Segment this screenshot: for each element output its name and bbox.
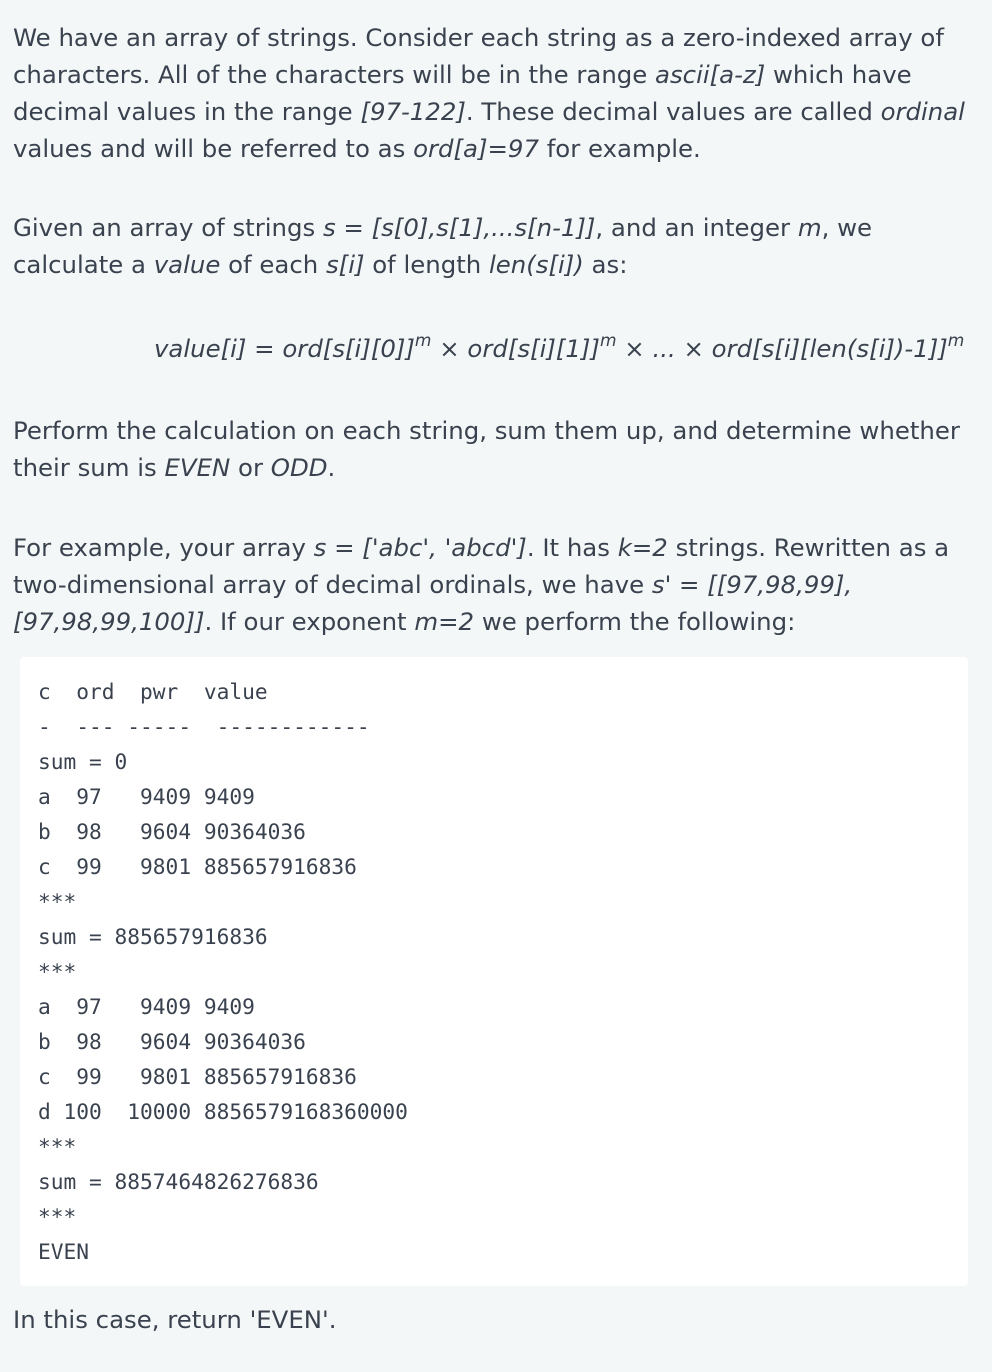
text-segment: . These decimal values are called — [465, 97, 881, 126]
intro-paragraph: We have an array of strings. Consider ea… — [13, 19, 978, 167]
italic-term: value — [153, 250, 221, 279]
formula-term: × ... × ord[s[i][len(s[i])-1]] — [616, 334, 948, 363]
formula-term: × ord[s[i][1]] — [431, 334, 600, 363]
code-text: c ord pwr value - --- ----- ------------… — [38, 679, 408, 1264]
formula-term: value[i] = ord[s[i][0]] — [154, 334, 415, 363]
definition-paragraph: Given an array of strings s = [s[0],s[1]… — [13, 209, 978, 283]
text-segment: we perform the following: — [474, 607, 796, 636]
text-segment: . — [327, 453, 336, 482]
task-paragraph: Perform the calculation on each string, … — [13, 412, 978, 486]
italic-term: len(s[i]) — [489, 250, 584, 279]
italic-term: m=2 — [414, 607, 475, 636]
text-segment: as: — [583, 250, 628, 279]
value-formula: value[i] = ord[s[i][0]]m × ord[s[i][1]]m… — [154, 330, 964, 367]
text-segment: Given an array of strings — [13, 213, 323, 242]
text-segment: of each — [220, 250, 326, 279]
italic-term: [97-122] — [360, 97, 466, 126]
italic-term: m — [797, 213, 822, 242]
text-segment: For example, your array — [13, 533, 314, 562]
text-segment: Perform the calculation on each string, … — [13, 416, 960, 482]
example-paragraph: For example, your array s = ['abc', 'abc… — [13, 529, 978, 640]
text-segment: of length — [364, 250, 489, 279]
italic-term: ascii[a-z] — [655, 60, 766, 89]
italic-term: ODD — [270, 453, 328, 482]
italic-term: s[i] — [325, 250, 365, 279]
text-segment: values and will be referred to as — [13, 134, 414, 163]
conclusion-paragraph: In this case, return 'EVEN'. — [13, 1301, 978, 1338]
text-segment: . If our exponent — [204, 607, 415, 636]
italic-term: EVEN — [164, 453, 231, 482]
italic-term: ord[a]=97 — [413, 134, 539, 163]
text-segment: or — [230, 453, 271, 482]
text-segment: . It has — [526, 533, 618, 562]
italic-term: ordinal — [880, 97, 965, 126]
italic-term: k=2 — [617, 533, 668, 562]
formula-exponent: m — [414, 330, 432, 351]
formula-exponent: m — [947, 330, 965, 351]
formula-exponent: m — [599, 330, 617, 351]
code-block: c ord pwr value - --- ----- ------------… — [20, 657, 968, 1286]
text-segment: In this case, return 'EVEN'. — [13, 1305, 337, 1334]
italic-term: s = ['abc', 'abcd'] — [313, 533, 527, 562]
problem-statement: We have an array of strings. Consider ea… — [0, 0, 992, 1372]
text-segment: , and an integer — [595, 213, 798, 242]
italic-term: s = [s[0],s[1],...s[n-1]] — [322, 213, 596, 242]
text-segment: for example. — [538, 134, 701, 163]
